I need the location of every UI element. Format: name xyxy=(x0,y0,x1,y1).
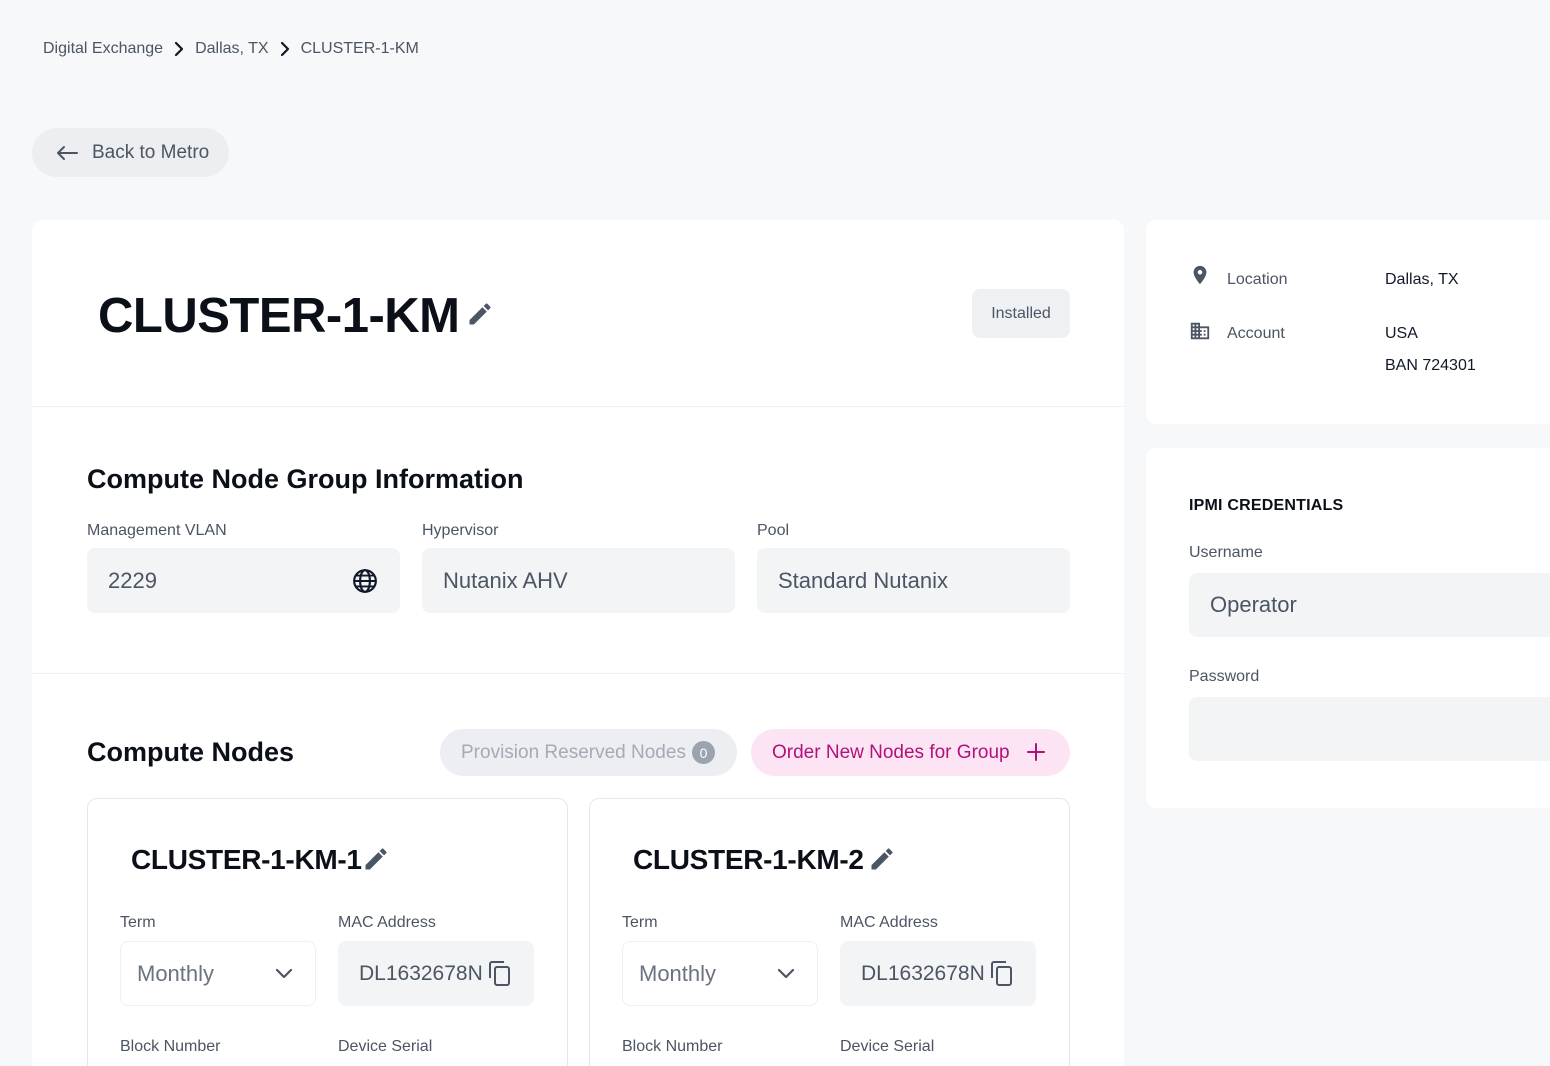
provision-reserved-nodes-button[interactable]: Provision Reserved Nodes 0 xyxy=(440,729,737,776)
mac-address-field: DL1632678N xyxy=(338,941,534,1006)
node-title: CLUSTER-1-KM-1 xyxy=(131,844,362,875)
password-field[interactable] xyxy=(1189,697,1550,761)
cluster-details-card: Location Dallas, TX Account USA BAN 7243… xyxy=(1146,220,1550,424)
location-pin-icon xyxy=(1193,265,1207,285)
compute-node-card: CLUSTER-1-KM-1 Term Monthly MAC Address … xyxy=(87,798,568,1066)
username-label: Username xyxy=(1189,544,1263,561)
device-serial-label: Device Serial xyxy=(338,1038,433,1055)
mac-address-label: MAC Address xyxy=(338,914,436,931)
order-new-nodes-button[interactable]: Order New Nodes for Group xyxy=(751,729,1070,776)
location-value: Dallas, TX xyxy=(1385,271,1459,288)
arrow-left-icon xyxy=(57,145,78,160)
pool-field: Standard Nutanix xyxy=(757,548,1070,613)
copy-icon[interactable] xyxy=(990,961,1014,987)
pool-value: Standard Nutanix xyxy=(778,567,948,593)
divider xyxy=(32,673,1124,674)
pencil-icon[interactable] xyxy=(466,300,494,328)
breadcrumb-digital-exchange[interactable]: Digital Exchange xyxy=(43,40,163,58)
pencil-icon[interactable] xyxy=(362,845,390,873)
chevron-right-icon xyxy=(163,41,195,57)
chevron-right-icon xyxy=(269,41,301,57)
pool-label: Pool xyxy=(757,522,790,539)
device-serial-label: Device Serial xyxy=(840,1038,935,1055)
term-label: Term xyxy=(622,914,658,931)
compute-nodes-section-title: Compute Nodes xyxy=(87,737,295,767)
term-select[interactable]: Monthly xyxy=(120,941,316,1006)
hypervisor-value: Nutanix AHV xyxy=(443,567,568,593)
globe-icon xyxy=(353,569,377,593)
cluster-detail-card: CLUSTER-1-KM Installed Compute Node Grou… xyxy=(32,220,1124,1066)
mac-address-value: DL1632678N xyxy=(359,961,483,985)
provision-button-label: Provision Reserved Nodes xyxy=(461,741,686,763)
status-badge: Installed xyxy=(972,289,1070,338)
page-title: CLUSTER-1-KM xyxy=(98,289,460,343)
ipmi-credentials-card: IPMI CREDENTIALS Username Operator Passw… xyxy=(1146,448,1550,808)
term-label: Term xyxy=(120,914,156,931)
management-vlan-value: 2229 xyxy=(108,567,157,593)
location-label: Location xyxy=(1227,271,1288,288)
hypervisor-field: Nutanix AHV xyxy=(422,548,735,613)
copy-icon[interactable] xyxy=(488,961,512,987)
management-vlan-label: Management VLAN xyxy=(87,522,227,539)
username-value: Operator xyxy=(1210,592,1297,617)
mac-address-field: DL1632678N xyxy=(840,941,1036,1006)
order-button-label: Order New Nodes for Group xyxy=(772,741,1010,763)
mac-address-value: DL1632678N xyxy=(861,961,985,985)
plus-icon xyxy=(1027,743,1045,761)
node-title: CLUSTER-1-KM-2 xyxy=(633,844,864,875)
management-vlan-field: 2229 xyxy=(87,548,400,613)
back-to-metro-button[interactable]: Back to Metro xyxy=(32,128,229,177)
account-value: USA xyxy=(1385,325,1418,342)
breadcrumb: Digital Exchange Dallas, TX CLUSTER-1-KM xyxy=(43,40,419,58)
node-group-section-title: Compute Node Group Information xyxy=(87,464,524,494)
block-number-label: Block Number xyxy=(120,1038,221,1055)
ipmi-credentials-title: IPMI CREDENTIALS xyxy=(1189,497,1344,514)
password-label: Password xyxy=(1189,668,1260,685)
mac-address-label: MAC Address xyxy=(840,914,938,931)
chevron-down-icon xyxy=(777,968,795,979)
reserved-count-badge: 0 xyxy=(692,741,715,764)
term-value: Monthly xyxy=(639,960,717,986)
pencil-icon[interactable] xyxy=(868,845,896,873)
term-value: Monthly xyxy=(137,960,215,986)
compute-node-card: CLUSTER-1-KM-2 Term Monthly MAC Address … xyxy=(589,798,1070,1066)
chevron-down-icon xyxy=(275,968,293,979)
breadcrumb-current: CLUSTER-1-KM xyxy=(300,40,419,57)
back-button-label: Back to Metro xyxy=(92,141,210,163)
account-ban-value: BAN 724301 xyxy=(1385,357,1476,374)
username-field[interactable]: Operator xyxy=(1189,573,1550,637)
block-number-label: Block Number xyxy=(622,1038,723,1055)
breadcrumb-dallas[interactable]: Dallas, TX xyxy=(195,40,269,58)
building-icon xyxy=(1190,322,1210,340)
term-select[interactable]: Monthly xyxy=(622,941,818,1006)
divider xyxy=(32,406,1124,407)
hypervisor-label: Hypervisor xyxy=(422,522,499,539)
account-label: Account xyxy=(1227,325,1285,342)
